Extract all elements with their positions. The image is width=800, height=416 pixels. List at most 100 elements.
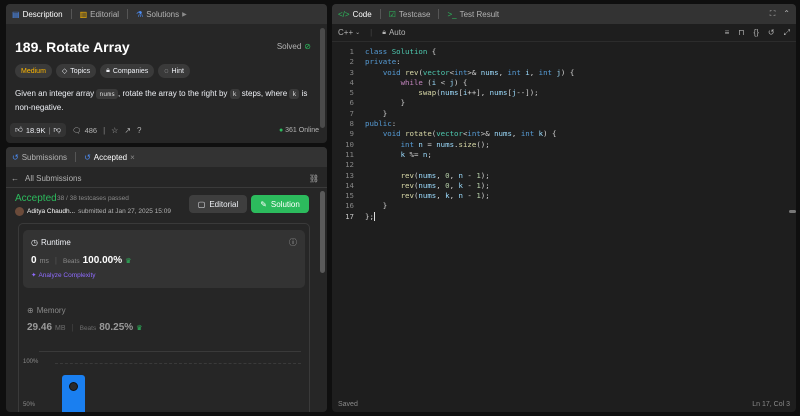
description-footer: 👍︎ 18.9K | 👎︎ 🗨︎ 486 | ☆ ↗ ? ● 361 Onlin… [10,122,319,138]
checkbox-icon: ☑ [388,9,396,19]
code-area[interactable]: class Solution { private: void rev(vecto… [365,47,784,222]
cursor-position: Ln 17, Col 3 [752,400,790,408]
help-icon[interactable]: ? [137,126,141,135]
editor-statusbar: Saved Ln 17, Col 3 [332,396,796,412]
chart-label-50: 50% [23,402,36,408]
comments-button[interactable]: 🗨︎ 486 [72,126,97,135]
code-line: k %= n; [400,149,432,159]
tab-separator [75,152,77,162]
flask-icon: ⚗ [136,9,144,19]
description-tabbar: ▤ Description ▥ Editorial ⚗ Solutions ▶ [6,4,327,24]
chevron-right-icon: ▶ [182,11,187,18]
trophy-icon: ♛ [136,325,143,332]
terminal-icon: >_ [447,9,457,19]
auto-mode[interactable]: 🔒︎ Auto [382,28,405,37]
tab-accepted[interactable]: ↺ Accepted × [84,153,135,162]
memory-section[interactable]: ⊕ Memory 29.46 MB | Beats 80.25% ♛ [23,298,305,338]
analyze-complexity-link[interactable]: ✦ Analyze Complexity [31,271,96,280]
code-line: while (i < j) { [400,77,468,87]
solution-button[interactable]: ✎ Solution [251,195,309,213]
history-icon: ↺ [84,152,91,162]
language-select[interactable]: C++ ⌄ [338,28,360,37]
tab-testcase[interactable]: ☑ Testcase [389,10,431,19]
avatar[interactable] [15,207,24,216]
line-numbers: 1 2 3 4 5 6 7 8 9 10 11 12 13 14 15 16 1… [345,47,354,221]
back-to-submissions[interactable]: ← All Submissions ⛓ [11,171,319,185]
problem-title: 189. Rotate Array [15,39,130,55]
online-count: ● 361 Online [278,126,319,134]
star-icon[interactable]: ☆ [111,126,118,135]
memory-beats: 80.25% [99,322,134,333]
difficulty-badge: Medium [15,64,52,78]
document-icon: ▤ [12,9,20,19]
problem-description: Given an integer array nums, rotate the … [15,89,308,112]
code-line: rev(nums, 0, k - 1); [400,180,490,190]
editorial-button[interactable]: ▢ Editorial [189,195,247,213]
code-line: rev(nums, k, n - 1); [400,191,490,201]
thumbs-up-icon: 👍︎ [15,125,23,134]
edit-icon: ✎ [260,199,267,209]
tab-test-result[interactable]: >_ Test Result [447,10,499,19]
lock-icon: 🔒︎ [382,28,386,36]
tab-separator [438,9,440,19]
chart-label-100: 100% [23,359,39,365]
link-icon[interactable]: ⛓ [309,174,319,183]
code-line: } [365,108,388,118]
tag-row: Medium ◇ Topics 🔒︎ Companies ◌ Hint [15,64,190,78]
editor-scrollbar[interactable] [789,210,796,213]
runtime-beats: 100.00% [82,255,123,266]
code-line: int n = nums.size(); [400,139,490,149]
code-line: public: [365,119,397,129]
sparkle-icon: ✦ [31,272,37,279]
code-line: swap(nums[i++], nums[j--]); [418,88,539,98]
tab-code[interactable]: </> Code [338,10,372,19]
chevron-down-icon: ⌄ [355,30,361,36]
testcases-passed: 38 / 38 testcases passed [57,195,129,202]
reset-icon[interactable]: ↺ [768,28,775,38]
description-panel: ▤ Description ▥ Editorial ⚗ Solutions ▶ … [6,4,327,143]
inline-code: nums [96,89,119,99]
code-icon: </> [338,9,350,19]
trophy-icon: ♛ [125,258,132,265]
braces-icon[interactable]: {} [754,28,759,38]
tab-editorial[interactable]: ▥ Editorial [80,10,119,19]
save-status: Saved [338,400,358,408]
editor-toolbar: C++ ⌄ | 🔒︎ Auto ≡ ⊓ {} ↺ ⤢ [332,24,796,42]
editor-tabbar: </> Code ☑ Testcase >_ Test Result ⛶ ⌃ [332,4,796,24]
settings-icon[interactable]: ⤢ [784,28,790,38]
code-line: }; [365,211,375,221]
clock-icon: ◷ [31,238,38,247]
distribution-bar[interactable] [62,375,85,412]
companies-chip[interactable]: 🔒︎ Companies [100,64,155,78]
topics-chip[interactable]: ◇ Topics [55,64,97,78]
tab-description[interactable]: ▤ Description [12,10,63,19]
avatar [69,382,78,391]
format-icon[interactable]: ≡ [725,28,730,38]
inline-code: k [229,89,240,99]
bookmark-icon[interactable]: ⊓ [738,28,744,38]
tag-icon: ◇ [61,68,68,75]
tab-submissions[interactable]: ↺ Submissions [12,153,67,162]
code-line: rev(nums, 0, n - 1); [400,170,490,180]
info-icon[interactable]: ⓘ [289,237,297,248]
chip-icon: ⊕ [27,306,34,315]
tab-solutions[interactable]: ⚗ Solutions ▶ [136,10,187,19]
lock-icon: 🔒︎ [106,67,110,74]
history-icon: ↺ [12,152,19,162]
close-icon[interactable]: × [130,153,135,162]
submission-scrollbar[interactable] [320,191,325,273]
tab-separator [70,9,72,19]
description-scrollbar[interactable] [320,28,325,128]
share-icon[interactable]: ↗ [124,126,131,135]
memory-value: 29.46 [27,322,53,333]
like-button[interactable]: 👍︎ 18.9K | 👎︎ [10,123,67,137]
thumbs-down-icon: 👎︎ [53,125,62,134]
code-line: void rotate(vector<int>& nums, int k) { [382,129,557,139]
runtime-card[interactable]: ◷ Runtime ⓘ 0 ms | Beats 100.00% ♛ ✦ Ana… [23,230,305,288]
inline-code: k [289,89,300,99]
code-line: void rev(vector<int>& nums, int i, int j… [382,67,575,77]
expand-icon[interactable]: ⛶ [770,9,776,19]
chevron-up-icon[interactable]: ⌃ [783,9,790,19]
hint-chip[interactable]: ◌ Hint [158,64,190,78]
